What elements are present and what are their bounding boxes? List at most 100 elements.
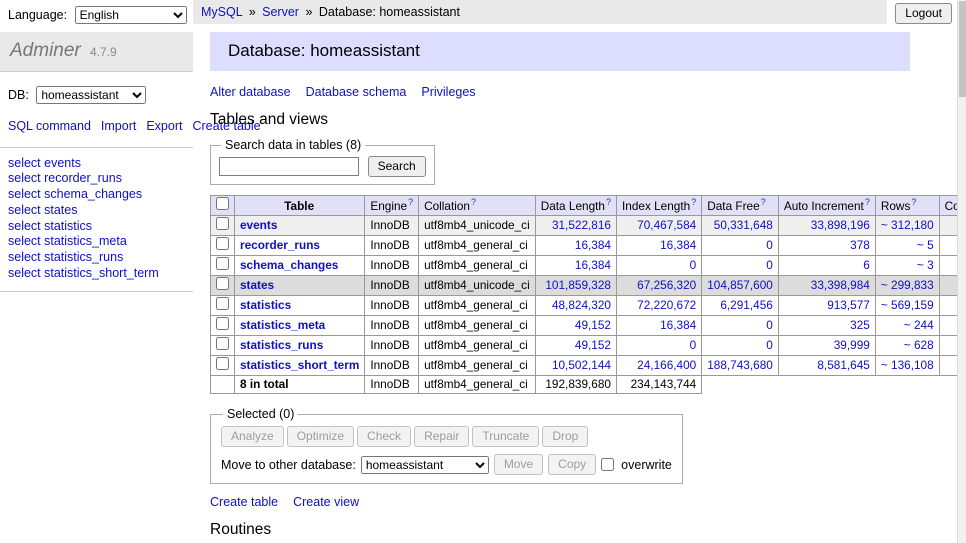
- sidebar-table-link[interactable]: select states: [8, 203, 185, 218]
- rows-count-link[interactable]: ~ 136,108: [881, 358, 934, 372]
- data-free-link[interactable]: 50,331,648: [714, 218, 773, 232]
- table-link[interactable]: statistics_meta: [240, 318, 325, 332]
- data-length-link[interactable]: 101,859,328: [545, 278, 611, 292]
- column-help-link[interactable]: ?: [911, 197, 916, 207]
- row-checkbox[interactable]: [216, 317, 229, 330]
- column-help-link[interactable]: ?: [471, 197, 476, 207]
- auto-increment-link[interactable]: 39,999: [834, 338, 870, 352]
- index-length-link[interactable]: 16,384: [660, 318, 696, 332]
- auto-increment-link[interactable]: 33,898,196: [811, 218, 870, 232]
- rows-count-link[interactable]: ~ 312,180: [881, 218, 934, 232]
- action-link[interactable]: Create view: [293, 495, 359, 509]
- column-help-link[interactable]: ?: [691, 197, 696, 207]
- data-length-link[interactable]: 48,824,320: [552, 298, 611, 312]
- data-length-link[interactable]: 16,384: [575, 238, 611, 252]
- move-db-select[interactable]: homeassistant: [361, 456, 489, 474]
- index-length-link[interactable]: 16,384: [660, 238, 696, 252]
- table-link[interactable]: events: [240, 218, 277, 232]
- data-free-link[interactable]: 0: [766, 258, 773, 272]
- sidebar-action-link[interactable]: Export: [146, 119, 182, 133]
- rows-count-link[interactable]: ~ 3: [917, 258, 934, 272]
- breadcrumb-mysql-link[interactable]: MySQL: [201, 5, 242, 19]
- row-checkbox[interactable]: [216, 337, 229, 350]
- rows-count-link[interactable]: ~ 299,833: [881, 278, 934, 292]
- db-select[interactable]: homeassistant: [36, 86, 146, 104]
- adminer-logo-link[interactable]: Adminer: [10, 40, 81, 61]
- row-checkbox[interactable]: [216, 237, 229, 250]
- overwrite-checkbox[interactable]: [601, 458, 614, 471]
- bulk-action-button[interactable]: Drop: [542, 426, 588, 447]
- breadcrumb-server-link[interactable]: Server: [262, 5, 299, 19]
- index-length-link[interactable]: 72,220,672: [637, 298, 696, 312]
- data-length-link[interactable]: 31,522,816: [552, 218, 611, 232]
- auto-increment-link[interactable]: 378: [850, 238, 870, 252]
- vertical-scrollbar[interactable]: [957, 0, 966, 543]
- action-link[interactable]: Privileges: [421, 85, 475, 99]
- data-free-link[interactable]: 0: [766, 238, 773, 252]
- data-free-link[interactable]: 104,857,600: [707, 278, 773, 292]
- data-length-link[interactable]: 49,152: [575, 338, 611, 352]
- bulk-action-button[interactable]: Analyze: [221, 426, 284, 447]
- bulk-action-button[interactable]: Repair: [414, 426, 469, 447]
- auto-increment-link[interactable]: 8,581,645: [817, 358, 869, 372]
- column-help-link[interactable]: ?: [761, 197, 766, 207]
- data-length-link[interactable]: 10,502,144: [552, 358, 611, 372]
- logout-button[interactable]: Logout: [895, 3, 952, 24]
- table-link[interactable]: recorder_runs: [240, 238, 320, 252]
- table-link[interactable]: schema_changes: [240, 258, 338, 272]
- data-free-link[interactable]: 0: [766, 338, 773, 352]
- data-length-link[interactable]: 16,384: [575, 258, 611, 272]
- sidebar-table-link[interactable]: select statistics: [8, 219, 185, 234]
- sidebar-table-link[interactable]: select statistics_short_term: [8, 266, 185, 281]
- row-checkbox[interactable]: [216, 217, 229, 230]
- data-free-link[interactable]: 0: [766, 318, 773, 332]
- column-help-link[interactable]: ?: [408, 197, 413, 207]
- index-length-link[interactable]: 67,256,320: [637, 278, 696, 292]
- data-length-link[interactable]: 49,152: [575, 318, 611, 332]
- row-checkbox[interactable]: [216, 277, 229, 290]
- sidebar-table-link[interactable]: select events: [8, 156, 185, 171]
- auto-increment-link[interactable]: 33,398,984: [811, 278, 870, 292]
- table-link[interactable]: statistics_short_term: [240, 358, 359, 372]
- action-link[interactable]: Create table: [210, 495, 278, 509]
- rows-count-link[interactable]: ~ 628: [904, 338, 934, 352]
- copy-button[interactable]: Copy: [548, 454, 596, 475]
- bulk-action-button[interactable]: Truncate: [472, 426, 539, 447]
- index-length-link[interactable]: 0: [690, 338, 697, 352]
- row-checkbox[interactable]: [216, 297, 229, 310]
- index-length-link[interactable]: 0: [690, 258, 697, 272]
- rows-count-link[interactable]: ~ 5: [917, 238, 934, 252]
- column-help-link[interactable]: ?: [865, 197, 870, 207]
- index-length-link[interactable]: 24,166,400: [637, 358, 696, 372]
- bulk-action-button[interactable]: Check: [357, 426, 411, 447]
- search-button[interactable]: Search: [368, 156, 426, 177]
- auto-increment-link[interactable]: 913,577: [827, 298, 870, 312]
- sidebar-table-link[interactable]: select statistics_meta: [8, 234, 185, 249]
- bulk-action-button[interactable]: Optimize: [287, 426, 354, 447]
- auto-increment-link[interactable]: 6: [863, 258, 870, 272]
- row-checkbox[interactable]: [216, 257, 229, 270]
- data-free-link[interactable]: 6,291,456: [720, 298, 772, 312]
- sidebar-action-link[interactable]: Import: [101, 119, 136, 133]
- sidebar-table-link[interactable]: select schema_changes: [8, 187, 185, 202]
- search-input[interactable]: [219, 157, 359, 176]
- scrollbar-thumb[interactable]: [959, 1, 966, 97]
- data-free-link[interactable]: 188,743,680: [707, 358, 773, 372]
- action-link[interactable]: Database schema: [306, 85, 407, 99]
- table-link[interactable]: states: [240, 278, 274, 292]
- sidebar-action-link[interactable]: SQL command: [8, 119, 91, 133]
- row-checkbox[interactable]: [216, 357, 229, 370]
- move-button[interactable]: Move: [494, 454, 543, 475]
- language-select[interactable]: English: [75, 6, 187, 24]
- rows-count-link[interactable]: ~ 244: [904, 318, 934, 332]
- sidebar-table-link[interactable]: select statistics_runs: [8, 250, 185, 265]
- sidebar-table-link[interactable]: select recorder_runs: [8, 171, 185, 186]
- action-link[interactable]: Alter database: [210, 85, 291, 99]
- rows-count-link[interactable]: ~ 569,159: [881, 298, 934, 312]
- table-link[interactable]: statistics_runs: [240, 338, 323, 352]
- column-help-link[interactable]: ?: [606, 197, 611, 207]
- select-all-checkbox[interactable]: [216, 197, 229, 210]
- table-link[interactable]: statistics: [240, 298, 291, 312]
- index-length-link[interactable]: 70,467,584: [637, 218, 696, 232]
- auto-increment-link[interactable]: 325: [850, 318, 870, 332]
